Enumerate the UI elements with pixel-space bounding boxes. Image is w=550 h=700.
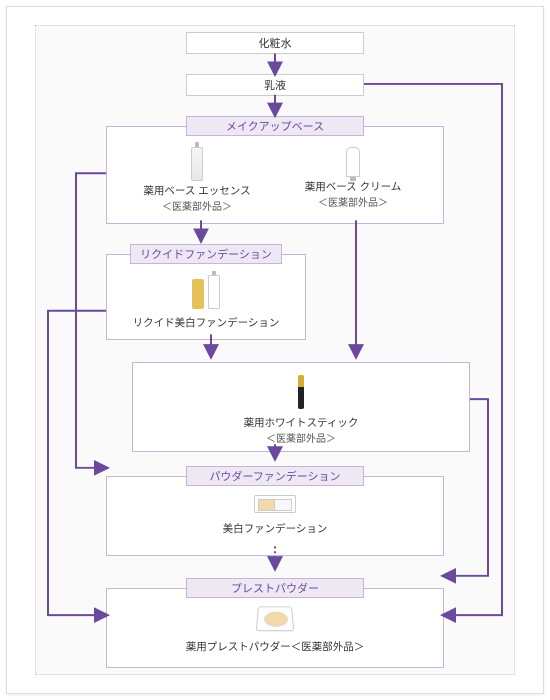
pressed-powder-label: プレストパウダー [231, 580, 319, 596]
base-cream-note: ＜医薬部外品＞ [283, 194, 423, 209]
whitening-foundation-name: 美白ファンデーション [107, 522, 443, 536]
pressed-powder-name: 薬用プレストパウダー＜医薬部外品＞ [107, 640, 443, 654]
base-cream-name: 薬用ベース クリーム [283, 180, 423, 194]
diagram-area: 化粧水 乳液 薬用ベース エッセンス ＜医薬部外品＞ 薬用ベース クリーム ＜医… [35, 25, 515, 675]
white-stick-name: 薬用ホワイトスティック [133, 416, 469, 430]
makeup-base-body: 薬用ベース エッセンス ＜医薬部外品＞ 薬用ベース クリーム ＜医薬部外品＞ [106, 126, 444, 224]
powder-foundation-label: パウダーファンデーション [209, 468, 340, 484]
compact-icon [254, 495, 296, 513]
step-emulsion-label: 乳液 [264, 77, 286, 93]
pressed-powder-header: プレストパウダー [186, 578, 364, 598]
powder-foundation-body: 美白ファンデーション [106, 476, 444, 556]
pressed-powder-body: 薬用プレストパウダー＜医薬部外品＞ [106, 588, 444, 668]
stick-icon [298, 375, 304, 409]
liquid-foundation-body: リクイド美白ファンデーション [106, 254, 306, 340]
step-lotion: 化粧水 [186, 32, 364, 54]
outer-frame: 化粧水 乳液 薬用ベース エッセンス ＜医薬部外品＞ 薬用ベース クリーム ＜医… [6, 6, 544, 694]
step-emulsion: 乳液 [186, 74, 364, 96]
liquid-whitening-name: リクイド美白ファンデーション [107, 316, 305, 330]
powder-foundation-header: パウダーファンデーション [186, 466, 364, 486]
bottle-icon [191, 147, 203, 181]
step-lotion-label: 化粧水 [259, 35, 292, 51]
liquid-foundation-label: リクイドファンデーション [140, 246, 272, 262]
white-stick-body: 薬用ホワイトスティック ＜医薬部外品＞ [132, 362, 470, 452]
base-essence-note: ＜医薬部外品＞ [127, 198, 267, 213]
tube-icon [346, 147, 360, 177]
liquid-foundation-header: リクイドファンデーション [130, 244, 282, 264]
liquid-bottle-icon [192, 275, 220, 309]
pressed-compact-icon [256, 606, 295, 631]
makeup-base-header: メイクアップベース [186, 116, 364, 136]
white-stick-note: ＜医薬部外品＞ [133, 430, 469, 445]
makeup-base-label: メイクアップベース [226, 118, 324, 134]
base-essence-name: 薬用ベース エッセンス [127, 184, 267, 198]
